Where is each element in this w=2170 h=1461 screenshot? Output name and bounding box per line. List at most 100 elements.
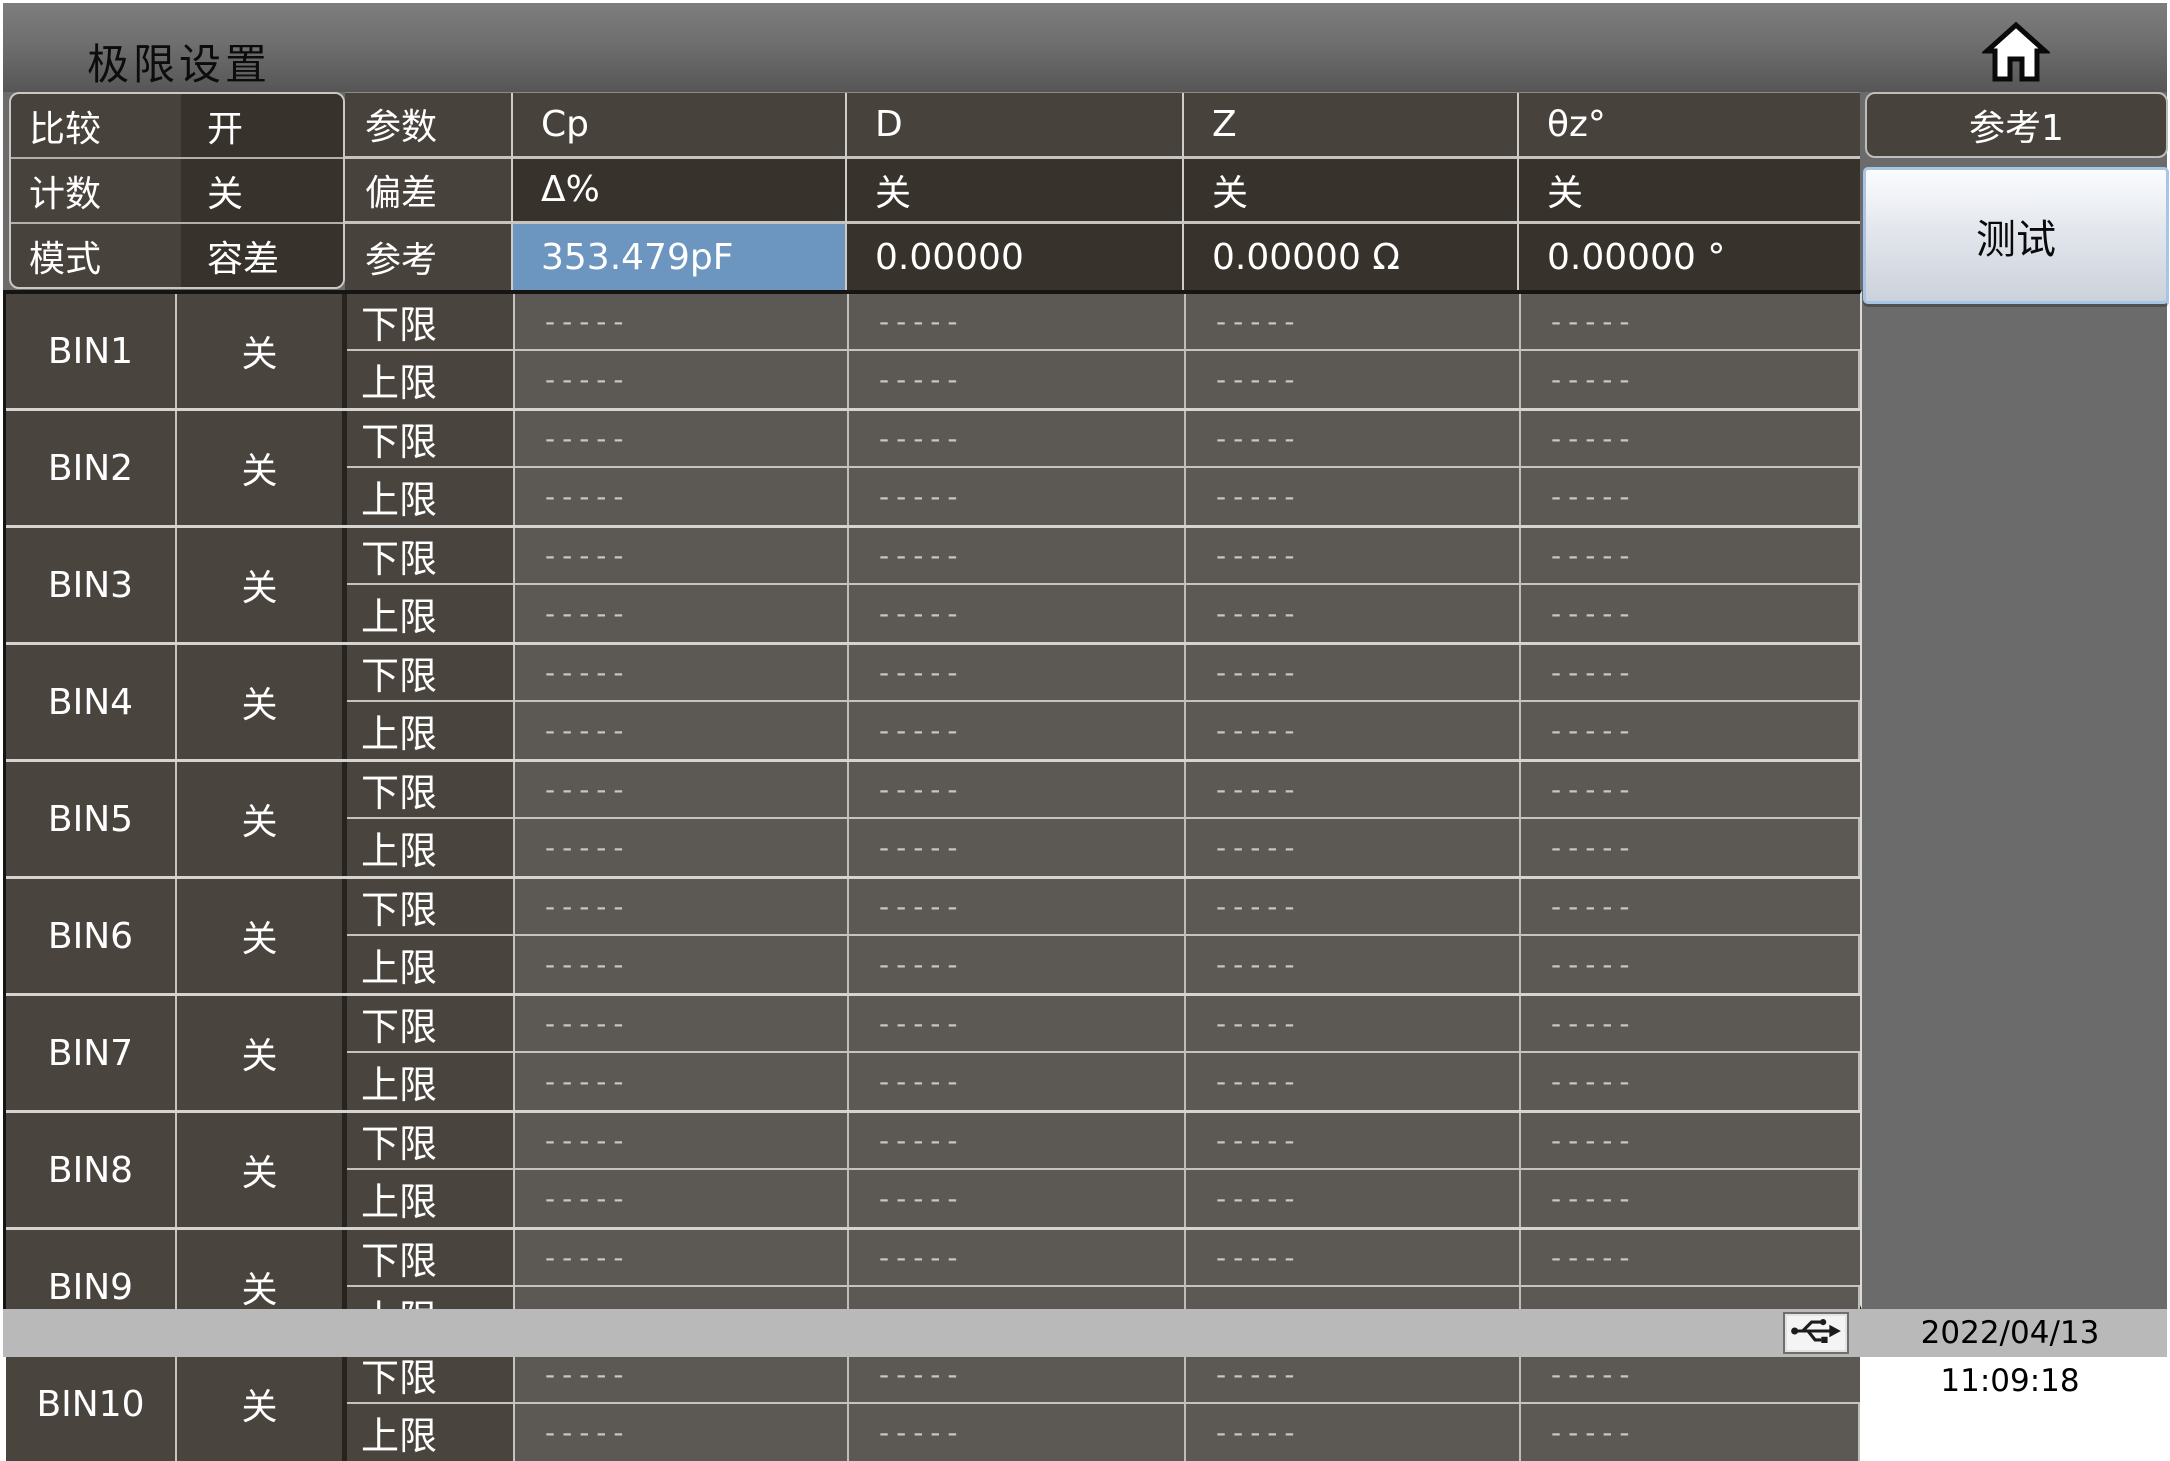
bin-upper-value[interactable]: -----: [849, 468, 1186, 525]
bin-upper-value[interactable]: -----: [1521, 1053, 1860, 1110]
deviation-cp-cell[interactable]: Δ%: [513, 158, 847, 225]
bin-lower-value[interactable]: -----: [1186, 294, 1521, 351]
param-z-cell[interactable]: Z: [1184, 93, 1519, 159]
deviation-z-cell[interactable]: 关: [1184, 158, 1519, 225]
bin-upper-value[interactable]: -----: [1186, 1404, 1521, 1461]
bin-lower-value[interactable]: -----: [849, 528, 1186, 585]
bin-state-toggle[interactable]: 关: [177, 294, 347, 408]
bin-lower-value[interactable]: -----: [1186, 996, 1521, 1053]
bin-upper-value[interactable]: -----: [849, 351, 1186, 408]
bin-lower-value[interactable]: -----: [1521, 645, 1860, 702]
bin-lower-value[interactable]: -----: [515, 1230, 849, 1287]
reference-page-button[interactable]: 参考1: [1865, 92, 2168, 158]
bin-lower-value[interactable]: -----: [1186, 762, 1521, 819]
reference-z-cell[interactable]: 0.00000 Ω: [1184, 224, 1519, 290]
bin-upper-value[interactable]: -----: [849, 819, 1186, 876]
bin-lower-value[interactable]: -----: [515, 762, 849, 819]
bin-lower-value[interactable]: -----: [849, 762, 1186, 819]
bin-upper-value[interactable]: -----: [515, 468, 849, 525]
bin-lower-value[interactable]: -----: [1521, 294, 1860, 351]
bin-lower-value[interactable]: -----: [1186, 411, 1521, 468]
bin-upper-value[interactable]: -----: [1521, 702, 1860, 759]
bin-upper-value[interactable]: -----: [515, 936, 849, 993]
bin-upper-value[interactable]: -----: [849, 936, 1186, 993]
deviation-theta-cell[interactable]: 关: [1519, 158, 1860, 225]
bin-upper-value[interactable]: -----: [1521, 1404, 1860, 1461]
bin-upper-value[interactable]: -----: [1521, 936, 1860, 993]
bin-state-toggle[interactable]: 关: [177, 762, 347, 876]
bin-upper-value[interactable]: -----: [1186, 936, 1521, 993]
bin-upper-value[interactable]: -----: [1521, 1170, 1860, 1227]
bin-state-toggle[interactable]: 关: [177, 1113, 347, 1227]
bin-state-toggle[interactable]: 关: [177, 879, 347, 993]
bin-lower-value[interactable]: -----: [849, 879, 1186, 936]
bin-upper-value[interactable]: -----: [1186, 819, 1521, 876]
bin-lower-value[interactable]: -----: [515, 411, 849, 468]
bin-upper-label: 上限: [347, 585, 515, 642]
bin-upper-value[interactable]: -----: [515, 819, 849, 876]
bin-lower-value[interactable]: -----: [1521, 762, 1860, 819]
param-cp-cell[interactable]: Cp: [513, 93, 847, 159]
reference-theta-cell[interactable]: 0.00000 °: [1519, 224, 1860, 290]
bin-state-toggle[interactable]: 关: [177, 411, 347, 525]
bin-lower-value[interactable]: -----: [849, 645, 1186, 702]
bin-lower-value[interactable]: -----: [515, 996, 849, 1053]
bin-state-toggle[interactable]: 关: [177, 528, 347, 642]
bin-lower-value[interactable]: -----: [515, 528, 849, 585]
bin-state-toggle[interactable]: 关: [177, 996, 347, 1110]
bin-lower-value[interactable]: -----: [1521, 879, 1860, 936]
bin-lower-value[interactable]: -----: [849, 1113, 1186, 1170]
home-button[interactable]: [1980, 19, 2052, 87]
bin-lower-value[interactable]: -----: [849, 1230, 1186, 1287]
bin-lower-value[interactable]: -----: [1521, 1230, 1860, 1287]
param-theta-cell[interactable]: θz°: [1519, 93, 1860, 159]
bin-upper-value[interactable]: -----: [515, 1170, 849, 1227]
bin-upper-value[interactable]: -----: [1521, 351, 1860, 408]
bin-lower-value[interactable]: -----: [1186, 879, 1521, 936]
bin-lower-value[interactable]: -----: [849, 294, 1186, 351]
bin-lower-value[interactable]: -----: [515, 1113, 849, 1170]
bin-upper-value[interactable]: -----: [1186, 468, 1521, 525]
bin-upper-value[interactable]: -----: [515, 1404, 849, 1461]
bin-upper-value[interactable]: -----: [849, 585, 1186, 642]
deviation-d-cell[interactable]: 关: [847, 158, 1184, 225]
bin-lower-value[interactable]: -----: [1521, 996, 1860, 1053]
reference-d-cell[interactable]: 0.00000: [847, 224, 1184, 290]
bin-upper-value[interactable]: -----: [849, 1053, 1186, 1110]
bin-lower-value[interactable]: -----: [849, 996, 1186, 1053]
bin-upper-value[interactable]: -----: [515, 351, 849, 408]
bin-state-toggle[interactable]: 关: [177, 1347, 347, 1461]
bin-lower-value[interactable]: -----: [1186, 1230, 1521, 1287]
bin-upper-value[interactable]: -----: [1186, 1170, 1521, 1227]
bin-upper-value[interactable]: -----: [1186, 1053, 1521, 1110]
mode-value[interactable]: 容差: [181, 224, 343, 287]
test-button[interactable]: 测试: [1863, 167, 2169, 304]
bin-lower-value[interactable]: -----: [849, 411, 1186, 468]
bin-lower-value[interactable]: -----: [1186, 1113, 1521, 1170]
count-value[interactable]: 关: [181, 159, 343, 222]
bin-lower-value[interactable]: -----: [1521, 411, 1860, 468]
bin-upper-value[interactable]: -----: [1521, 819, 1860, 876]
bin-state-toggle[interactable]: 关: [177, 645, 347, 759]
param-d-cell[interactable]: D: [847, 93, 1184, 159]
bin-lower-value[interactable]: -----: [515, 879, 849, 936]
compare-value[interactable]: 开: [181, 94, 343, 157]
bin-upper-value[interactable]: -----: [515, 585, 849, 642]
bin-upper-value[interactable]: -----: [515, 1053, 849, 1110]
bin-lower-value[interactable]: -----: [515, 294, 849, 351]
bin-upper-value[interactable]: -----: [849, 1170, 1186, 1227]
bin-upper-value[interactable]: -----: [1521, 468, 1860, 525]
bin-upper-value[interactable]: -----: [849, 1404, 1186, 1461]
bin-upper-value[interactable]: -----: [1186, 702, 1521, 759]
bin-lower-value[interactable]: -----: [1521, 1113, 1860, 1170]
bin-upper-value[interactable]: -----: [515, 702, 849, 759]
reference-cp-cell-selected[interactable]: 353.479pF: [513, 224, 847, 290]
bin-upper-value[interactable]: -----: [1186, 585, 1521, 642]
bin-lower-value[interactable]: -----: [1186, 645, 1521, 702]
bin-upper-value[interactable]: -----: [1521, 585, 1860, 642]
bin-lower-value[interactable]: -----: [1521, 528, 1860, 585]
bin-upper-value[interactable]: -----: [849, 702, 1186, 759]
bin-lower-value[interactable]: -----: [515, 645, 849, 702]
bin-upper-value[interactable]: -----: [1186, 351, 1521, 408]
bin-lower-value[interactable]: -----: [1186, 528, 1521, 585]
